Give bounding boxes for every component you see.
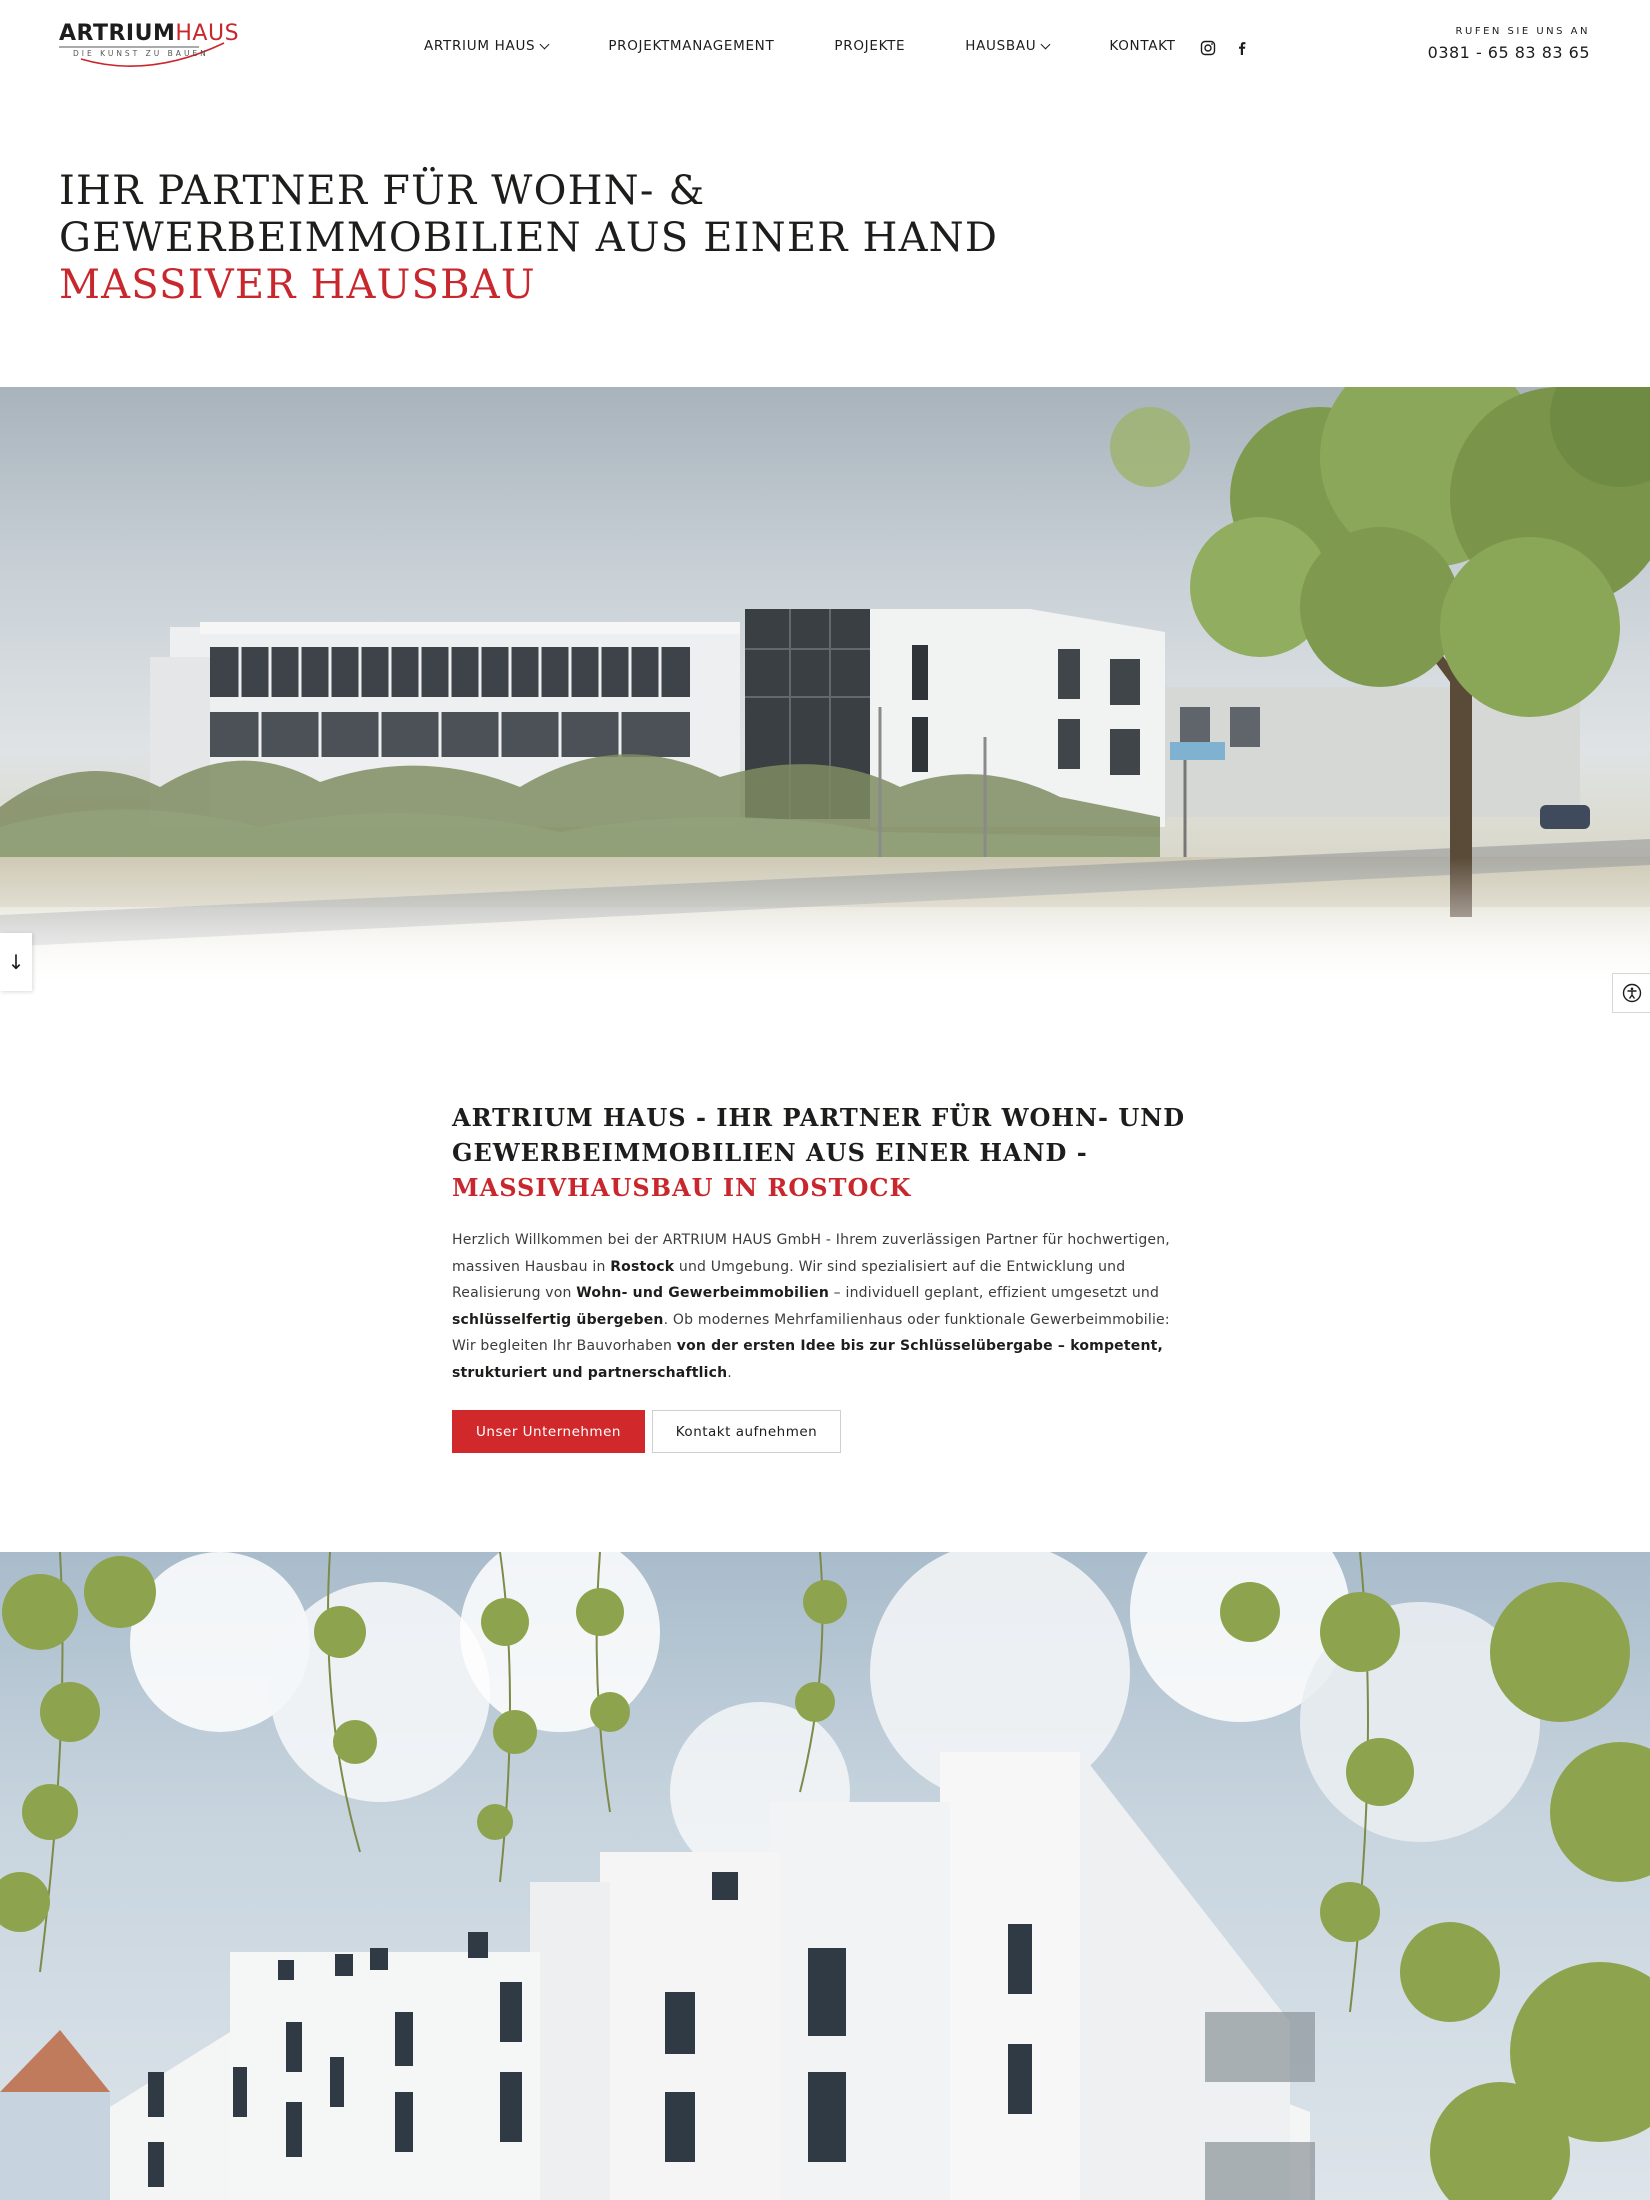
facebook-icon[interactable]	[1234, 40, 1250, 56]
nav-item-projektmanagement[interactable]: PROJEKTMANAGEMENT	[608, 38, 774, 54]
call-box: RUFEN SIE UNS AN 0381 - 65 83 83 65	[1428, 26, 1590, 62]
body-text: – individuell geplant, effizient umgeset…	[829, 1285, 1160, 1301]
scroll-down-arrow-icon[interactable]: ↓	[0, 933, 32, 991]
accessibility-icon[interactable]	[1612, 973, 1650, 1013]
intro-buttons: Unser Unternehmen Kontakt aufnehmen	[452, 1410, 1192, 1453]
nav-item-label: PROJEKTE	[834, 38, 906, 54]
intro-title-line-2: GEWERBEIMMOBILIEN AUS EINER HAND -	[452, 1138, 1088, 1167]
intro-title: ARTRIUM HAUS - IHR PARTNER FÜR WOHN- UND…	[452, 1100, 1192, 1205]
hero-image-building	[0, 387, 1650, 992]
hero-accent: MASSIVER HAUSBAU	[59, 262, 536, 308]
contact-button[interactable]: Kontakt aufnehmen	[652, 1410, 841, 1453]
emphasis-text: Wohn- und Gewerbeimmobilien	[576, 1285, 829, 1301]
nav-item-projekte[interactable]: PROJEKTE	[834, 38, 905, 54]
body-text: .	[727, 1364, 732, 1381]
call-label: RUFEN SIE UNS AN	[1455, 26, 1590, 37]
nav-item-label: PROJEKTMANAGEMENT	[608, 38, 775, 54]
intro-paragraph: Herzlich Willkommen bei der ARTRIUM HAUS…	[452, 1227, 1192, 1386]
chevron-down-icon	[539, 39, 550, 49]
hero-heading: IHR PARTNER FÜR WOHN- & GEWERBEIMMOBILIE…	[59, 168, 998, 309]
emphasis-text: Rostock	[610, 1258, 675, 1275]
chevron-down-icon	[1040, 39, 1051, 49]
logo[interactable]: ARTRIUMHAUS DIE KUNST ZU BAUEN	[59, 19, 239, 79]
company-button[interactable]: Unser Unternehmen	[452, 1410, 645, 1453]
intro-section: ARTRIUM HAUS - IHR PARTNER FÜR WOHN- UND…	[452, 1100, 1192, 1453]
nav-item-artrium-haus[interactable]: ARTRIUM HAUS	[424, 38, 550, 54]
logo-tagline: DIE KUNST ZU BAUEN	[73, 49, 209, 58]
nav-item-label: ARTRIUM HAUS	[424, 38, 536, 54]
main-nav: ARTRIUM HAUS PROJEKTMANAGEMENT PROJEKTE HAU…	[424, 38, 1236, 54]
intro-title-accent: MASSIVHAUSBAU IN ROSTOCK	[452, 1173, 912, 1202]
logo-swoosh	[59, 42, 225, 67]
instagram-icon[interactable]	[1200, 40, 1216, 56]
residential-building-image	[0, 1552, 1650, 2200]
hero-line-1: IHR PARTNER FÜR WOHN- &	[59, 168, 706, 214]
intro-title-line-1: ARTRIUM HAUS - IHR PARTNER FÜR WOHN- UND	[452, 1103, 1186, 1132]
nav-item-hausbau[interactable]: HAUSBAU	[965, 38, 1051, 54]
nav-item-kontakt[interactable]: KONTAKT	[1109, 38, 1175, 54]
emphasis-text: schlüsselfertig übergeben	[452, 1311, 664, 1328]
nav-item-label: HAUSBAU	[965, 38, 1037, 54]
site-header: ARTRIUMHAUS DIE KUNST ZU BAUEN ARTRIUM H…	[0, 0, 1650, 100]
nav-item-label: KONTAKT	[1109, 38, 1176, 54]
phone-number[interactable]: 0381 - 65 83 83 65	[1428, 43, 1590, 62]
hero-line-2: GEWERBEIMMOBILIEN AUS EINER HAND	[59, 215, 999, 261]
